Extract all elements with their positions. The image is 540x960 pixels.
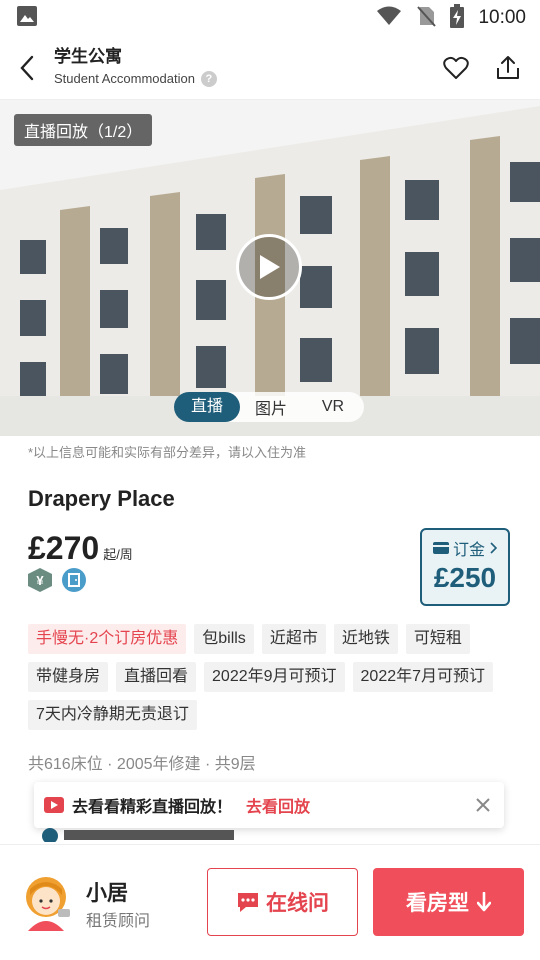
wifi-icon bbox=[376, 5, 402, 32]
heart-icon bbox=[443, 56, 469, 79]
tag-item: 包bills bbox=[194, 624, 254, 654]
feature-badges: ¥ bbox=[28, 568, 86, 592]
toast-close-button[interactable] bbox=[472, 794, 494, 816]
view-rooms-label: 看房型 bbox=[406, 892, 469, 915]
door-icon bbox=[68, 573, 80, 587]
top-nav: 学生公寓 Student Accommodation ? bbox=[0, 36, 540, 100]
tag-item: 7天内冷静期无责退订 bbox=[28, 700, 197, 730]
online-ask-button[interactable]: 在线问 bbox=[207, 868, 358, 936]
status-bar: 10:00 bbox=[0, 0, 540, 36]
agent-role: 租赁顾问 bbox=[86, 913, 151, 930]
price: £270 bbox=[28, 530, 100, 566]
bottom-action-bar: 小居 租赁顾问 在线问 看房型 bbox=[0, 844, 540, 960]
tag-item: 近超市 bbox=[261, 624, 326, 654]
share-button[interactable] bbox=[494, 54, 522, 82]
media-tabs: 直播 图片 VR bbox=[174, 392, 364, 422]
page-title: 学生公寓 bbox=[54, 46, 122, 66]
toast-replay-link[interactable]: 去看回放 bbox=[246, 793, 472, 817]
live-replay-tag: 直播回放（1/2） bbox=[14, 114, 153, 146]
clock: 10:00 bbox=[478, 7, 526, 28]
tab-live[interactable]: 直播 bbox=[174, 392, 240, 422]
live-tv-icon bbox=[44, 797, 64, 813]
battery-charging-icon bbox=[450, 3, 465, 33]
tab-photos[interactable]: 图片 bbox=[240, 395, 302, 419]
deposit-label: 订金 bbox=[452, 542, 485, 559]
toast-message: 去看看精彩直播回放！ bbox=[72, 799, 233, 816]
tag-item: 可短租 bbox=[405, 624, 470, 654]
tab-vr[interactable]: VR bbox=[302, 398, 364, 416]
replay-toast[interactable]: 去看看精彩直播回放！ 去看回放 bbox=[34, 782, 504, 828]
agent-avatar[interactable] bbox=[18, 873, 74, 933]
no-sim-icon bbox=[416, 5, 437, 32]
door-badge-icon[interactable] bbox=[62, 568, 86, 592]
wallet-icon bbox=[432, 542, 449, 554]
back-button[interactable] bbox=[0, 36, 54, 100]
chat-bubble-icon bbox=[238, 893, 258, 912]
arrow-down-icon bbox=[477, 892, 491, 912]
property-meta: 共616床位 · 2005年修建 · 共9层 bbox=[28, 756, 256, 773]
tag-item: 2022年9月可预订 bbox=[204, 662, 345, 692]
view-rooms-button[interactable]: 看房型 bbox=[373, 868, 524, 936]
deposit-button[interactable]: 订金 £250 bbox=[420, 528, 510, 606]
price-unit: 起/周 bbox=[103, 547, 133, 562]
image-notification-icon bbox=[16, 5, 38, 32]
chevron-right-icon bbox=[490, 542, 497, 554]
deposit-amount: £250 bbox=[433, 562, 497, 593]
currency-badge-icon[interactable]: ¥ bbox=[28, 568, 52, 592]
feature-tags: 手慢无·2个订房优惠 包bills 近超市 近地铁 可短租 带健身房 直播回看 … bbox=[28, 624, 518, 730]
price-row: £270 起/周 bbox=[28, 530, 133, 567]
chevron-left-icon bbox=[20, 55, 34, 80]
favorite-button[interactable] bbox=[442, 54, 470, 82]
help-icon[interactable]: ? bbox=[200, 70, 217, 87]
tag-promo[interactable]: 手慢无·2个订房优惠 bbox=[28, 624, 187, 654]
page-subtitle: Student Accommodation ? bbox=[54, 68, 442, 90]
property-name: Drapery Place bbox=[28, 486, 175, 511]
tag-item: 近地铁 bbox=[333, 624, 398, 654]
disclaimer: *以上信息可能和实际有部分差异，请以入住为准 bbox=[28, 445, 307, 460]
hidden-row-peek bbox=[34, 828, 504, 842]
page-subtitle-text: Student Accommodation bbox=[54, 70, 195, 86]
close-icon bbox=[476, 798, 490, 812]
deposit-label-row: 订金 bbox=[422, 536, 508, 560]
tag-item: 2022年7月可预订 bbox=[352, 662, 494, 692]
tag-item: 直播回看 bbox=[116, 662, 197, 692]
tag-item: 带健身房 bbox=[28, 662, 109, 692]
share-icon bbox=[497, 55, 519, 79]
online-ask-label: 在线问 bbox=[266, 892, 329, 915]
play-icon bbox=[260, 255, 280, 279]
agent-name: 小居 bbox=[86, 882, 128, 905]
play-button[interactable] bbox=[236, 234, 302, 300]
